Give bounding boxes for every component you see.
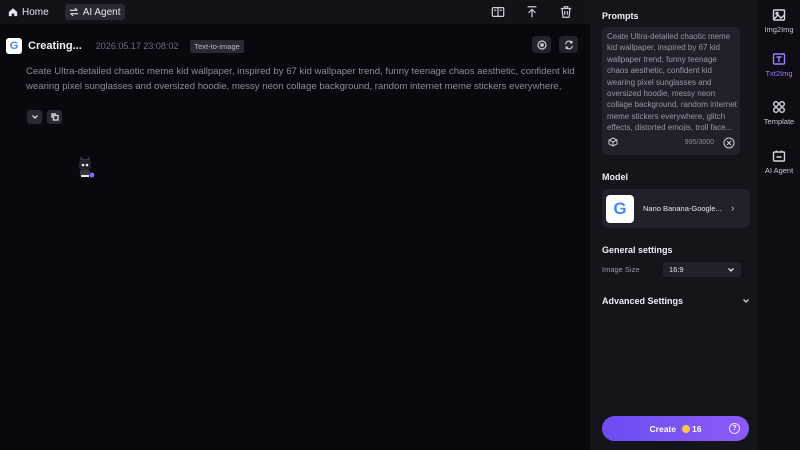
nav-item-template[interactable]: Template — [758, 100, 800, 126]
image-icon — [772, 9, 786, 21]
nav-label-ai-agent: AI Agent — [764, 166, 794, 175]
advanced-settings-toggle[interactable]: Advanced Settings — [602, 296, 750, 306]
task-actions — [532, 36, 578, 53]
main-area: G Creating... 2026.05.17 23:08:02 Text-t… — [0, 24, 590, 450]
task-title: Creating... — [28, 40, 82, 52]
task-header: G Creating... 2026.05.17 23:08:02 Text-t… — [6, 38, 244, 54]
task-type-badge: Text-to-image — [190, 39, 244, 53]
advanced-settings-heading: Advanced Settings — [602, 296, 684, 306]
agent-icon — [772, 150, 786, 162]
nav-label-txt2img: Txt2Img — [765, 69, 793, 78]
trash-icon — [560, 6, 572, 18]
book-icon — [491, 7, 505, 17]
top-actions — [490, 4, 574, 20]
delete-button[interactable] — [558, 4, 574, 20]
side-nav: Img2Img Txt2Img Template AI Agent — [758, 0, 800, 450]
model-name: Nano Banana-Google... — [643, 204, 722, 213]
top-bar: Home AI Agent — [0, 0, 590, 24]
image-size-row: Image Size 16:9 — [602, 262, 750, 277]
image-size-label: Image Size — [602, 265, 640, 274]
prompt-input-text: Ceate Ultra-detailed chaotic meme kid wa… — [607, 32, 737, 131]
google-logo-icon: G — [606, 194, 634, 223]
swap-icon — [69, 7, 78, 17]
google-logo-icon: G — [6, 38, 22, 54]
loading-mascot-icon — [79, 156, 95, 178]
task-prompt-text: Ceate Ultra-detailed chaotic meme kid wa… — [26, 66, 575, 92]
refresh-icon — [564, 40, 573, 49]
char-count: 995/3000 — [684, 139, 714, 146]
chevron-down-icon — [728, 267, 734, 272]
ai-agent-tab[interactable]: AI Agent — [64, 4, 125, 20]
general-settings-heading: General settings — [602, 245, 673, 255]
coin-icon — [682, 424, 690, 433]
copy-prompt-button[interactable] — [47, 110, 62, 124]
app-window: Home AI Agent G Creating... 2026.05.17 2… — [0, 0, 800, 450]
image-size-select[interactable]: 16:9 — [663, 262, 741, 277]
home-icon — [8, 8, 18, 17]
settings-panel: Prompts Ceate Ultra-detailed chaotic mem… — [590, 0, 758, 450]
nav-label-img2img: Img2Img — [764, 25, 794, 34]
clear-prompt-icon[interactable] — [723, 137, 735, 149]
chevron-down-icon — [31, 115, 38, 119]
chevron-right-icon: › — [731, 203, 735, 214]
nav-label-template: Template — [763, 117, 795, 126]
upload-button[interactable] — [524, 4, 540, 20]
create-label: Create — [649, 423, 676, 434]
copy-icon — [50, 113, 59, 121]
cancel-task-button[interactable] — [532, 36, 551, 53]
credit-cost: 16 — [692, 423, 702, 434]
expand-prompt-button[interactable] — [27, 110, 42, 124]
upload-icon — [527, 6, 537, 18]
chevron-down-icon — [743, 299, 749, 303]
model-heading: Model — [602, 172, 628, 182]
task-timestamp: 2026.05.17 23:08:02 — [95, 41, 179, 51]
stop-circle-icon — [536, 39, 547, 50]
home-link[interactable]: Home — [4, 4, 53, 20]
prompt-tools — [27, 110, 62, 124]
create-button[interactable]: Create 16 ? — [602, 416, 749, 441]
regenerate-button[interactable] — [559, 36, 578, 53]
nav-item-img2img[interactable]: Img2Img — [758, 8, 800, 34]
home-label: Home — [22, 6, 49, 18]
nav-item-ai-agent[interactable]: AI Agent — [758, 149, 800, 175]
text-image-icon — [772, 53, 786, 65]
model-selector[interactable]: G Nano Banana-Google... › — [602, 189, 750, 228]
image-size-value: 16:9 — [669, 265, 684, 274]
help-icon[interactable]: ? — [729, 423, 740, 434]
template-icon — [773, 101, 785, 113]
nav-item-txt2img[interactable]: Txt2Img — [758, 52, 800, 78]
cube-icon[interactable] — [608, 137, 618, 147]
ai-agent-label: AI Agent — [82, 6, 121, 18]
prompt-input[interactable]: Ceate Ultra-detailed chaotic meme kid wa… — [602, 27, 740, 155]
book-button[interactable] — [490, 4, 506, 20]
prompts-heading: Prompts — [602, 11, 639, 21]
